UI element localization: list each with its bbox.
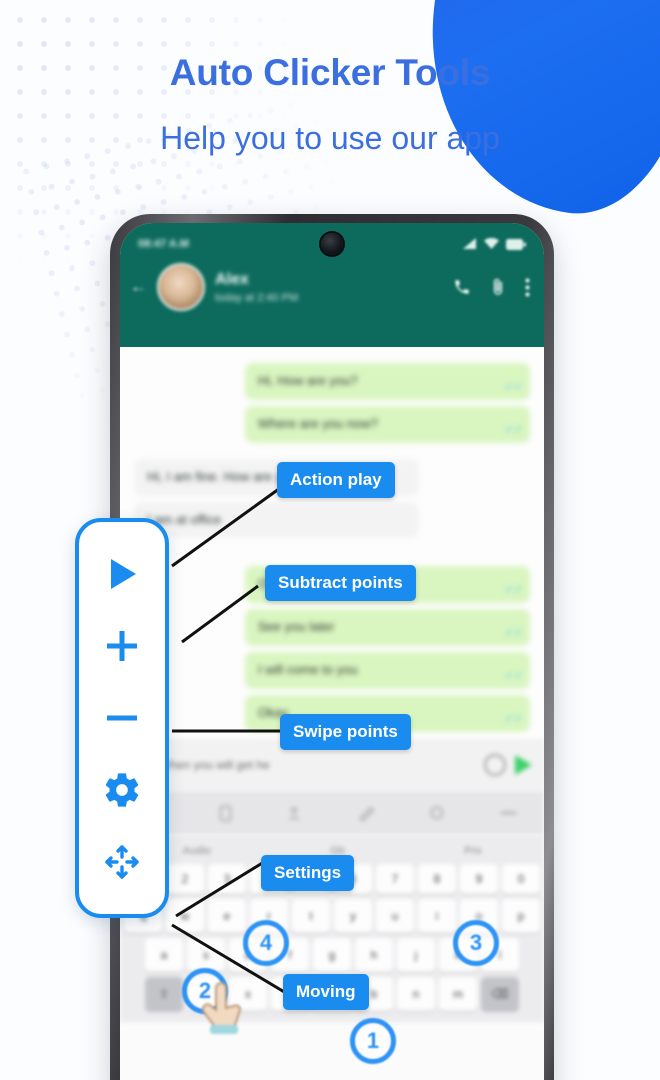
mic-icon[interactable] [484,754,506,776]
step-marker-3: 3 [453,920,499,966]
overflow-menu-icon[interactable] [525,278,530,297]
contact-status: today at 2:40 PM [215,291,299,304]
send-icon[interactable] [515,755,532,775]
key[interactable]: n [397,977,435,1011]
read-receipt-icon: ✓✓ [504,423,523,436]
play-icon [111,559,136,589]
chat-message: See you later ✓✓ [244,609,530,647]
callout-moving: Moving [283,974,369,1010]
subtract-point-button[interactable] [96,692,148,744]
chat-message: Where are you now? ✓✓ [244,405,530,443]
key[interactable]: w [166,899,204,933]
call-icon[interactable] [453,278,471,296]
chat-contact-bar[interactable]: ← Alex today at 2:40 PM [120,255,544,311]
add-point-button[interactable] [96,620,148,672]
chat-message: Hi, How are you? ✓✓ [244,363,530,400]
search-icon[interactable] [428,804,447,823]
read-receipt-icon: ✓✓ [504,380,523,393]
attach-icon[interactable] [489,278,507,296]
front-camera-punchhole [321,233,343,255]
key[interactable]: j [397,938,435,972]
chat-message: I am at office [134,501,420,539]
callout-swipe-points: Swipe points [280,714,411,750]
message-input[interactable]: When you will get he [159,758,475,772]
gear-icon [105,773,139,807]
key[interactable]: i [418,899,456,933]
background-blue-blob [408,0,660,227]
keyboard-toolbar [120,791,544,835]
clipboard-icon[interactable] [216,804,235,823]
message-text: I will come to you [257,662,358,678]
key[interactable]: m [439,977,477,1011]
key[interactable]: 3 [208,864,246,894]
key[interactable]: 0 [502,864,540,894]
message-text: See you later [257,619,335,635]
key[interactable]: g [313,938,351,972]
read-receipt-icon: ✓✓ [504,669,523,682]
chat-app-header: 08:47 A.M ← Alex today at 2:40 PM [120,223,544,347]
move-button[interactable] [96,836,148,888]
key[interactable]: 7 [376,864,414,894]
chat-message: I will come to you ✓✓ [244,652,530,689]
chat-header-actions [453,278,530,297]
key[interactable]: h [355,938,393,972]
step-marker-1: 1 [350,1018,396,1064]
floating-control-panel [75,518,169,918]
key[interactable]: e [208,899,246,933]
gif-icon[interactable] [287,804,306,823]
backspace-key[interactable]: ⌫ [481,977,519,1011]
key[interactable]: t [292,899,330,933]
callout-subtract-points: Subtract points [265,565,416,601]
contact-name: Alex [215,270,249,288]
page-title: Auto Clicker Tools [169,52,491,93]
callout-settings: Settings [261,855,355,891]
status-bar-icons [462,238,526,250]
plus-icon [107,631,137,661]
move-icon [105,845,139,879]
read-receipt-icon: ✓✓ [504,627,523,640]
chat-message-list: Hi, How are you? ✓✓ Where are you now? ✓✓ … [120,347,544,739]
wifi-icon [484,238,499,249]
suggestion[interactable]: Audio [183,845,211,857]
callout-action-play: Action play [277,462,395,498]
read-receipt-icon: ✓✓ [504,584,523,597]
battery-icon [506,238,526,250]
screenshot-root: Auto Clicker Tools Help you to use our a… [0,0,660,1080]
status-bar-time: 08:47 A.M [138,238,189,250]
more-icon[interactable] [499,809,518,817]
message-text: Where are you now? [257,415,378,431]
key[interactable]: p [502,899,540,933]
hand-cursor-icon [201,982,242,1034]
key[interactable]: 9 [460,864,498,894]
read-receipt-icon: ✓✓ [504,712,523,725]
back-arrow-icon[interactable]: ← [130,277,147,297]
key[interactable]: 2 [166,864,204,894]
page-subtitle: Help you to use our app [160,120,500,156]
shift-key[interactable]: ⇧ [145,977,183,1011]
suggestion[interactable]: Pro [464,845,481,857]
minus-icon [107,715,137,721]
signal-icon [463,238,476,249]
key[interactable]: s [187,938,225,972]
settings-button[interactable] [96,764,148,816]
message-text: Hi, How are you? [257,373,358,388]
theme-icon[interactable] [358,804,377,823]
step-marker-4: 4 [243,920,289,966]
key[interactable]: a [145,938,183,972]
play-button[interactable] [96,548,148,600]
contact-info: Alex today at 2:40 PM [215,271,443,304]
key[interactable]: 8 [418,864,456,894]
contact-avatar[interactable] [157,263,205,311]
key[interactable]: y [334,899,372,933]
key[interactable]: u [376,899,414,933]
